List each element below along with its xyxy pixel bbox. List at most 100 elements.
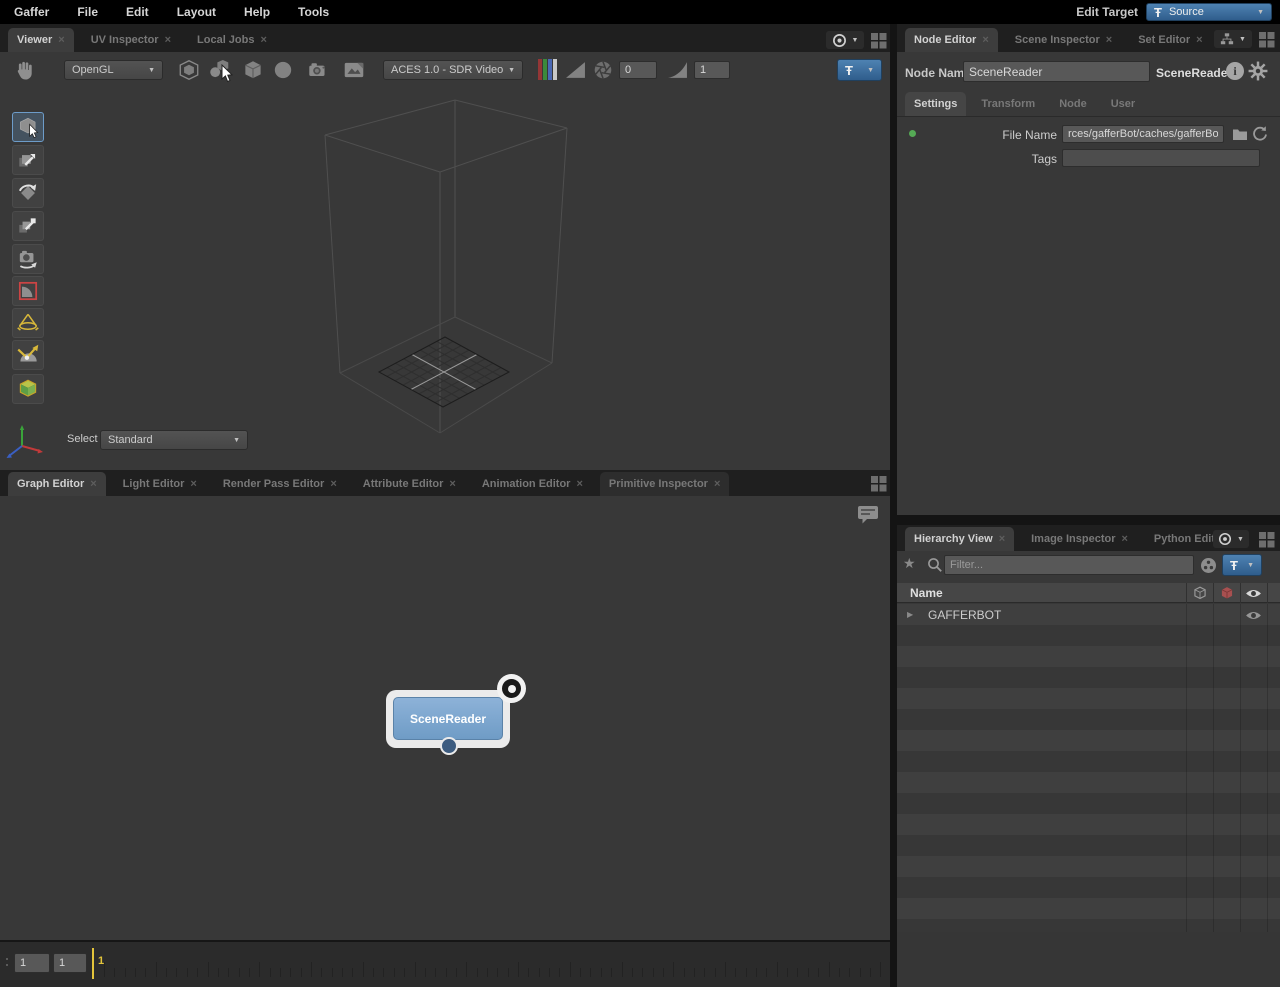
close-icon[interactable]: × [330,478,336,490]
tab-node[interactable]: Node [1050,92,1096,116]
node-output-plug[interactable] [440,737,458,755]
close-icon[interactable]: × [714,478,720,490]
star-icon[interactable]: ★ [903,555,916,572]
select-tool-button[interactable] [12,112,44,142]
menu-file[interactable]: File [63,5,112,19]
folder-icon[interactable] [1232,127,1248,141]
plug-enabled-dot[interactable] [909,130,916,137]
tab-transform[interactable]: Transform [972,92,1044,116]
node-name-input[interactable] [963,61,1150,82]
select-tool-icon [20,117,39,139]
red-cube-column-icon[interactable] [1219,585,1235,601]
file-name-input[interactable] [1062,125,1224,143]
info-icon[interactable]: i [1226,62,1244,80]
camera-tool-button[interactable] [12,244,44,274]
tab-attribute-editor[interactable]: Attribute Editor × [354,472,465,496]
hierarchy-pin-dropdown[interactable]: Ŧ ▼ [1222,554,1262,576]
light-position-tool-button[interactable] [12,340,44,370]
gear-icon[interactable] [1248,61,1268,81]
menu-help[interactable]: Help [230,5,284,19]
name-column-header[interactable]: Name [910,586,943,600]
tab-uv-inspector[interactable]: UV Inspector × [82,28,180,52]
menu-layout[interactable]: Layout [163,5,230,19]
node-editor-mode-dropdown[interactable]: ▼ [1214,30,1252,48]
row-visibility-eye-icon[interactable] [1245,610,1262,621]
set-filter-icon[interactable] [1200,557,1217,574]
close-icon[interactable]: × [260,34,266,46]
close-icon[interactable]: × [1196,34,1202,46]
close-icon[interactable]: × [90,478,96,490]
translate-tool-button[interactable] [12,145,44,175]
tab-node-editor[interactable]: Node Editor × [905,28,998,52]
edit-target-dropdown[interactable]: Ŧ Source ▼ [1146,3,1272,21]
hierarchy-row-gafferbot[interactable]: ▶ GAFFERBOT [897,604,1280,625]
light-tool-button[interactable] [12,308,44,338]
selector-value: Standard [108,434,153,446]
tags-label: Tags [1031,152,1057,166]
visualiser-tool-button[interactable] [12,374,44,404]
close-icon[interactable]: × [165,34,171,46]
node-focus-badge[interactable] [497,674,526,703]
file-name-label: File Name [1002,128,1057,142]
tab-render-pass-editor[interactable]: Render Pass Editor × [214,472,346,496]
graph-editor-tabbar: Graph Editor × Light Editor × Render Pas… [0,470,890,496]
tab-light-editor[interactable]: Light Editor × [114,472,206,496]
filter-input[interactable] [944,555,1194,575]
playhead-frame-label: 1 [98,955,105,967]
tab-user[interactable]: User [1102,92,1144,116]
layout-grid-icon[interactable] [870,475,887,492]
scene-reader-node[interactable]: SceneReader [386,690,510,755]
node-body[interactable]: SceneReader [393,697,503,740]
translate-tool-icon [19,154,36,167]
menu-tools[interactable]: Tools [284,5,343,19]
tab-graph-editor[interactable]: Graph Editor × [8,472,106,496]
panel-splitter-vertical[interactable] [890,24,897,987]
close-icon[interactable]: × [449,478,455,490]
tab-primitive-inspector[interactable]: Primitive Inspector × [599,472,730,496]
tab-local-jobs[interactable]: Local Jobs × [188,28,276,52]
layout-grid-icon[interactable] [870,32,887,49]
close-icon[interactable]: × [1106,34,1112,46]
tab-animation-editor[interactable]: Animation Editor × [473,472,592,496]
layout-grid-icon[interactable] [1258,531,1275,548]
panel-splitter-horizontal[interactable] [897,515,1280,525]
row-label: GAFFERBOT [928,608,1002,622]
close-icon[interactable]: × [1121,533,1127,545]
scale-tool-button[interactable] [12,211,44,241]
crop-window-tool-button[interactable] [12,276,44,306]
tab-label: Image Inspector [1031,533,1116,545]
close-icon[interactable]: × [576,478,582,490]
expand-arrow-icon[interactable]: ▶ [907,610,913,619]
hierarchy-focus-dropdown[interactable]: ▼ [1213,530,1249,548]
tab-scene-inspector[interactable]: Scene Inspector × [1006,28,1121,52]
tab-image-inspector[interactable]: Image Inspector × [1022,527,1137,551]
close-icon[interactable]: × [999,533,1005,545]
tab-set-editor[interactable]: Set Editor × [1129,28,1211,52]
annotation-bubble-icon[interactable] [857,505,880,525]
menu-gaffer[interactable]: Gaffer [0,5,63,19]
viewer-focus-dropdown[interactable]: ▼ [826,31,864,49]
tags-input[interactable] [1062,149,1260,167]
eye-column-icon[interactable] [1245,588,1262,599]
playhead[interactable] [92,948,94,979]
hierarchy-empty-rows [897,625,1280,932]
rotate-tool-button[interactable] [12,178,44,208]
close-icon[interactable]: × [190,478,196,490]
tab-settings[interactable]: Settings [905,92,967,116]
layout-grid-icon[interactable] [1258,31,1275,48]
hierarchy-header-row: Name [897,583,1280,603]
edit-target-value: Source [1168,6,1204,18]
tab-label: Graph Editor [17,478,85,490]
menu-edit[interactable]: Edit [112,5,163,19]
node-name-label: Node Name [905,66,972,80]
close-icon[interactable]: × [982,34,988,46]
tab-hierarchy-view[interactable]: Hierarchy View × [905,527,1015,551]
refresh-icon[interactable] [1251,125,1268,142]
tab-label: Animation Editor [481,478,571,490]
close-icon[interactable]: × [58,34,64,46]
cube-column-icon[interactable] [1192,585,1208,601]
tab-viewer[interactable]: Viewer × [8,28,74,52]
caret-down-icon: ▼ [851,36,859,44]
viewport-3d[interactable] [0,52,890,470]
selector-dropdown[interactable]: Standard ▼ [100,430,248,450]
